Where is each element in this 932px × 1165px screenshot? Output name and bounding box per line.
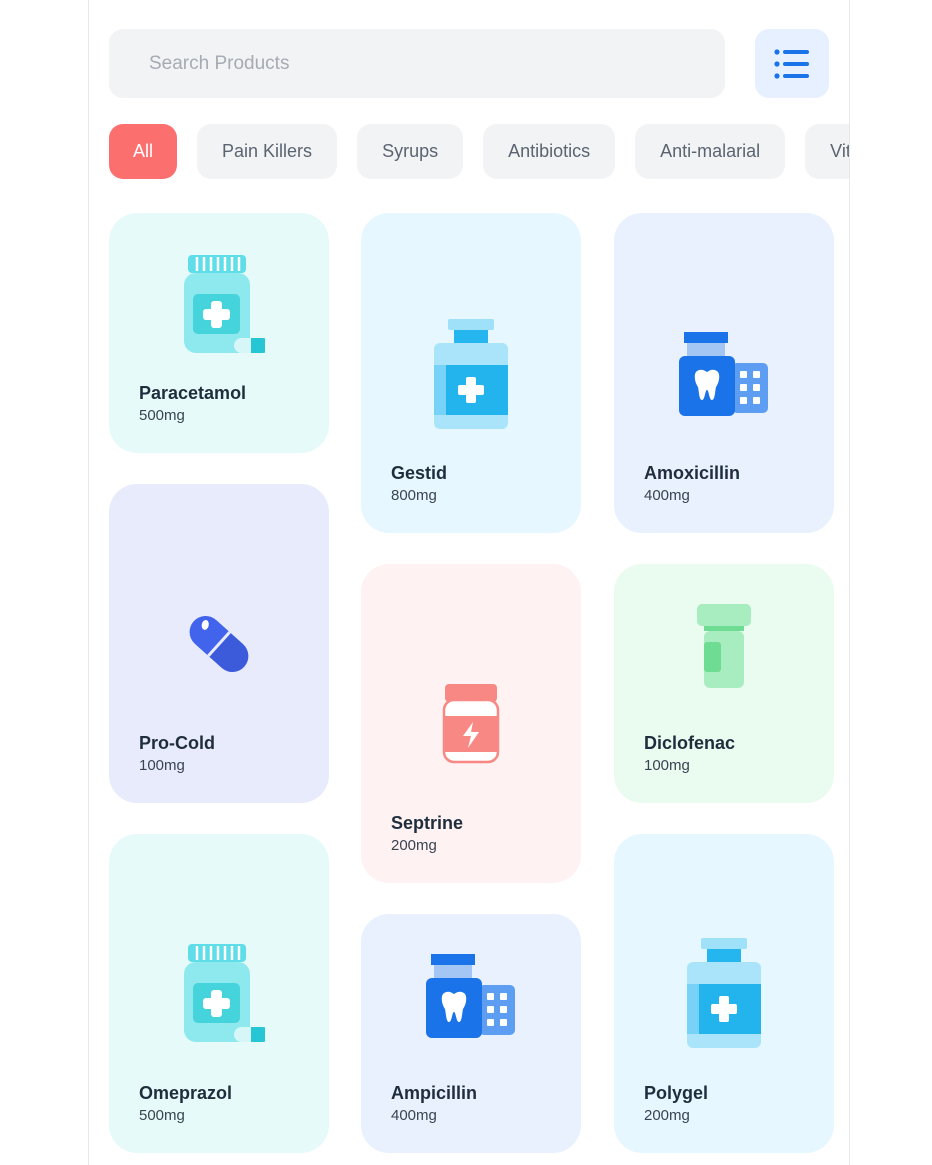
category-chip-pain-killers[interactable]: Pain Killers [197,124,338,179]
dental-medicine-icon [679,332,768,416]
product-card-amoxicillin[interactable]: Amoxicillin 400mg [614,213,834,533]
pill-bottle-icon [184,944,265,1042]
product-card-septrine[interactable]: Septrine 200mg [361,564,581,883]
product-dose: 400mg [644,487,690,504]
search-input[interactable] [109,29,725,98]
product-name: Gestid [391,463,448,483]
product-card-omeprazol[interactable]: Omeprazol 500mg [109,834,329,1153]
capsule-icon [189,615,249,673]
product-name: Pro-Cold [139,733,215,753]
medicine-bottle-icon [687,938,761,1048]
category-chip-syrups[interactable]: Syrups [357,124,464,179]
medicine-bottle-icon [434,319,508,429]
product-dose: 400mg [391,1107,437,1124]
product-name: Omeprazol [139,1083,233,1103]
product-name: Polygel [644,1083,709,1103]
product-card-paracetamol[interactable]: Paracetamol 500mg [109,213,329,453]
category-chip-all[interactable]: All [109,124,178,179]
product-dose: 500mg [139,1107,185,1124]
search-bar[interactable] [109,29,725,98]
list-icon [774,48,809,79]
product-card-gestid[interactable]: Gestid 800mg [361,213,581,533]
product-dose: 100mg [644,757,690,774]
product-name: Septrine [391,813,464,833]
product-dose: 100mg [139,757,185,774]
app-screen: All Pain Killers Syrups Antibiotics Anti… [88,0,850,1165]
dental-medicine-icon [426,954,515,1038]
category-chip-anti-malarial[interactable]: Anti-malarial [635,124,786,179]
vial-icon [697,604,751,688]
list-view-button[interactable] [755,29,829,98]
product-dose: 500mg [139,407,185,424]
product-card-diclofenac[interactable]: Diclofenac 100mg [614,564,834,803]
pill-bottle-icon [184,255,265,353]
product-dose: 800mg [391,487,437,504]
product-dose: 200mg [644,1107,690,1124]
product-dose: 200mg [391,837,437,854]
category-chip-antibiotics[interactable]: Antibiotics [483,124,616,179]
product-name: Ampicillin [391,1083,478,1103]
product-card-polygel[interactable]: Polygel 200mg [614,834,834,1153]
category-chip-vitamins[interactable]: Vitamins [805,124,849,179]
product-name: Paracetamol [139,383,247,403]
product-card-pro-cold[interactable]: Pro-Cold 100mg [109,484,329,803]
product-card-ampicillin[interactable]: Ampicillin 400mg [361,914,581,1153]
product-name: Diclofenac [644,733,736,753]
syrup-jar-icon [442,684,500,764]
product-name: Amoxicillin [644,463,741,483]
category-filter-bar: All Pain Killers Syrups Antibiotics Anti… [109,124,849,179]
